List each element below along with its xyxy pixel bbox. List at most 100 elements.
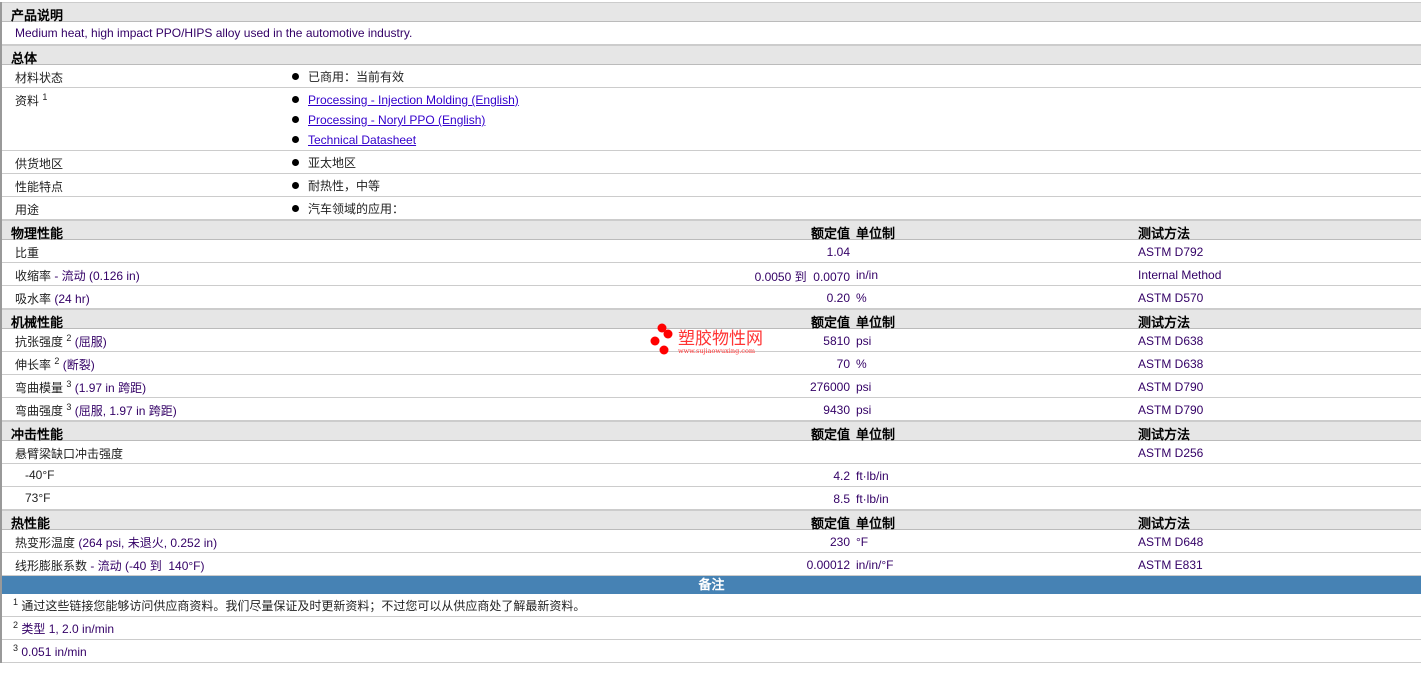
property-label: 抗张强度 2 (屈服) bbox=[15, 333, 107, 350]
property-row: -40°F 4.2 ft·lb/in bbox=[2, 464, 1421, 487]
property-value: 70 bbox=[836, 357, 850, 371]
watermark-url: www.sujiaowuxing.com bbox=[678, 347, 755, 355]
test-method: ASTM D792 bbox=[1138, 245, 1204, 259]
label-condition: (断裂) bbox=[59, 358, 95, 372]
property-row: 线形膨胀系数 - 流动 (-40 到 140°F) 0.00012 in/in/°F… bbox=[2, 553, 1421, 576]
label-text: 收缩率 bbox=[15, 269, 52, 283]
property-value: 9430 bbox=[823, 403, 850, 417]
value-text: 汽车领域的应用： bbox=[308, 202, 405, 216]
test-method: ASTM E831 bbox=[1138, 558, 1203, 572]
bullet-icon bbox=[292, 73, 299, 80]
property-label: 弯曲模量 3 (1.97 in 跨距) bbox=[15, 379, 146, 396]
value-text: 耐热性，中等 bbox=[308, 179, 381, 193]
general-header: 总体 bbox=[2, 45, 1421, 66]
bullet-icon bbox=[292, 182, 299, 189]
property-label: 热变形温度 (264 psi, 未退火, 0.252 in) bbox=[15, 534, 217, 551]
label-text: 资料 bbox=[15, 94, 40, 108]
property-row: 弯曲模量 3 (1.97 in 跨距) 276000 psi ASTM D790 bbox=[2, 375, 1421, 398]
label-text: 悬臂梁缺口冲击强度 bbox=[15, 447, 124, 461]
test-method: Internal Method bbox=[1138, 268, 1222, 282]
property-value: 276000 bbox=[809, 380, 850, 394]
property-unit: psi bbox=[856, 334, 872, 348]
value-item: Technical Datasheet bbox=[292, 132, 519, 152]
property-label: 伸长率 2 (断裂) bbox=[15, 356, 95, 373]
datasheet-link[interactable]: Processing - Noryl PPO (English) bbox=[308, 113, 485, 127]
test-method: ASTM D648 bbox=[1138, 535, 1204, 549]
label-text: 伸长率 bbox=[15, 358, 52, 372]
value-text: 已商用：当前有效 bbox=[308, 70, 405, 84]
property-value: 8.5 bbox=[833, 492, 850, 506]
property-label: 比重 bbox=[15, 244, 39, 261]
note-content: 通过这些链接您能够访问供应商资料。我们尽量保证及时更新资料；不过您可以从供应商处… bbox=[21, 599, 586, 613]
property-row: 比重 1.04 ASTM D792 bbox=[2, 240, 1421, 263]
property-label: 收缩率 - 流动 (0.126 in) bbox=[15, 267, 140, 284]
property-unit: % bbox=[856, 357, 867, 371]
label-text: 比重 bbox=[15, 246, 40, 260]
note-text: 2 类型 1, 2.0 in/min bbox=[13, 620, 114, 637]
label-text: 抗张强度 bbox=[15, 335, 64, 349]
general-row: 材料状态 已商用：当前有效 bbox=[2, 65, 1421, 88]
note-text: 1 通过这些链接您能够访问供应商资料。我们尽量保证及时更新资料；不过您可以从供应… bbox=[13, 597, 585, 614]
label-text: 线形膨胀系数 bbox=[15, 559, 88, 573]
property-value: 0.0050 到 0.0070 bbox=[754, 270, 850, 284]
property-label: -40°F bbox=[15, 468, 54, 482]
row-label: 资料 1 bbox=[15, 92, 47, 109]
notes-header: 备注 bbox=[2, 576, 1421, 594]
bullet-icon bbox=[292, 136, 299, 143]
row-label: 性能特点 bbox=[15, 178, 63, 195]
datasheet-link[interactable]: Processing - Injection Molding (English) bbox=[308, 93, 519, 107]
property-row: 收缩率 - 流动 (0.126 in) 0.0050 到 0.0070 in/in I… bbox=[2, 263, 1421, 286]
footnote-ref: 1 bbox=[42, 92, 48, 102]
value-item: 已商用：当前有效 bbox=[292, 69, 404, 89]
test-method: ASTM D256 bbox=[1138, 446, 1204, 460]
property-row: 热变形温度 (264 psi, 未退火, 0.252 in) 230 °F ASTM … bbox=[2, 530, 1421, 553]
property-unit: psi bbox=[856, 380, 872, 394]
note-text: 3 0.051 in/min bbox=[13, 643, 87, 659]
bullet-icon bbox=[292, 116, 299, 123]
row-values: 耐热性，中等 bbox=[292, 178, 380, 198]
row-values: 汽车领域的应用： bbox=[292, 201, 404, 221]
property-label: 线形膨胀系数 - 流动 (-40 到 140°F) bbox=[15, 557, 205, 574]
bullet-icon bbox=[292, 159, 299, 166]
general-row: 性能特点 耐热性，中等 bbox=[2, 174, 1421, 197]
property-unit: °F bbox=[856, 535, 869, 549]
property-row: 73°F 8.5 ft·lb/in bbox=[2, 487, 1421, 510]
value-text: 亚太地区 bbox=[308, 156, 357, 170]
property-value: 1.04 bbox=[826, 245, 850, 259]
property-label: 悬臂梁缺口冲击强度 bbox=[15, 445, 123, 462]
property-unit: % bbox=[856, 291, 867, 305]
label-text: -40°F bbox=[15, 468, 55, 482]
test-method: ASTM D570 bbox=[1138, 291, 1204, 305]
row-label: 用途 bbox=[15, 201, 39, 218]
property-unit: in/in bbox=[856, 268, 879, 282]
label-text: 供货地区 bbox=[15, 157, 64, 171]
property-sections: 物理性能 额定值 单位制 测试方法比重 1.04 ASTM D792 收缩率 - 流动 (0… bbox=[2, 220, 1421, 576]
value-item: 亚太地区 bbox=[292, 155, 356, 175]
value-item: 耐热性，中等 bbox=[292, 178, 380, 198]
product-header: 产品说明 bbox=[2, 2, 1421, 23]
property-unit: ft·lb/in bbox=[856, 492, 889, 506]
test-method: ASTM D638 bbox=[1138, 334, 1204, 348]
label-condition: - 流动 (0.126 in) bbox=[51, 269, 140, 283]
property-value: 5810 bbox=[823, 334, 850, 348]
property-value: 0.20 bbox=[826, 291, 850, 305]
footnote-number: 3 bbox=[13, 643, 19, 653]
general-section: 材料状态 已商用：当前有效资料 1 Processing - Injection M… bbox=[2, 65, 1421, 220]
label-condition: (屈服, 1.97 in 跨距) bbox=[71, 404, 177, 418]
label-condition: (屈服) bbox=[71, 335, 107, 349]
section-header: 物理性能 额定值 单位制 测试方法 bbox=[2, 220, 1421, 241]
section-header: 冲击性能 额定值 单位制 测试方法 bbox=[2, 421, 1421, 442]
property-label: 73°F bbox=[15, 491, 50, 505]
label-text: 用途 bbox=[15, 203, 40, 217]
test-method: ASTM D790 bbox=[1138, 380, 1204, 394]
label-text: 热变形温度 bbox=[15, 536, 76, 550]
footnote-number: 1 bbox=[13, 597, 19, 607]
label-condition: (1.97 in 跨距) bbox=[71, 381, 147, 395]
row-label: 材料状态 bbox=[15, 69, 63, 86]
label-condition: (264 psi, 未退火, 0.252 in) bbox=[75, 536, 218, 550]
property-label: 弯曲强度 3 (屈服, 1.97 in 跨距) bbox=[15, 402, 177, 419]
datasheet-link[interactable]: Technical Datasheet bbox=[308, 133, 416, 147]
row-values: 亚太地区 bbox=[292, 155, 356, 175]
watermark-logo: 塑胶物性网 www.sujiaowuxing.com bbox=[650, 323, 763, 355]
property-label: 吸水率 (24 hr) bbox=[15, 290, 90, 307]
